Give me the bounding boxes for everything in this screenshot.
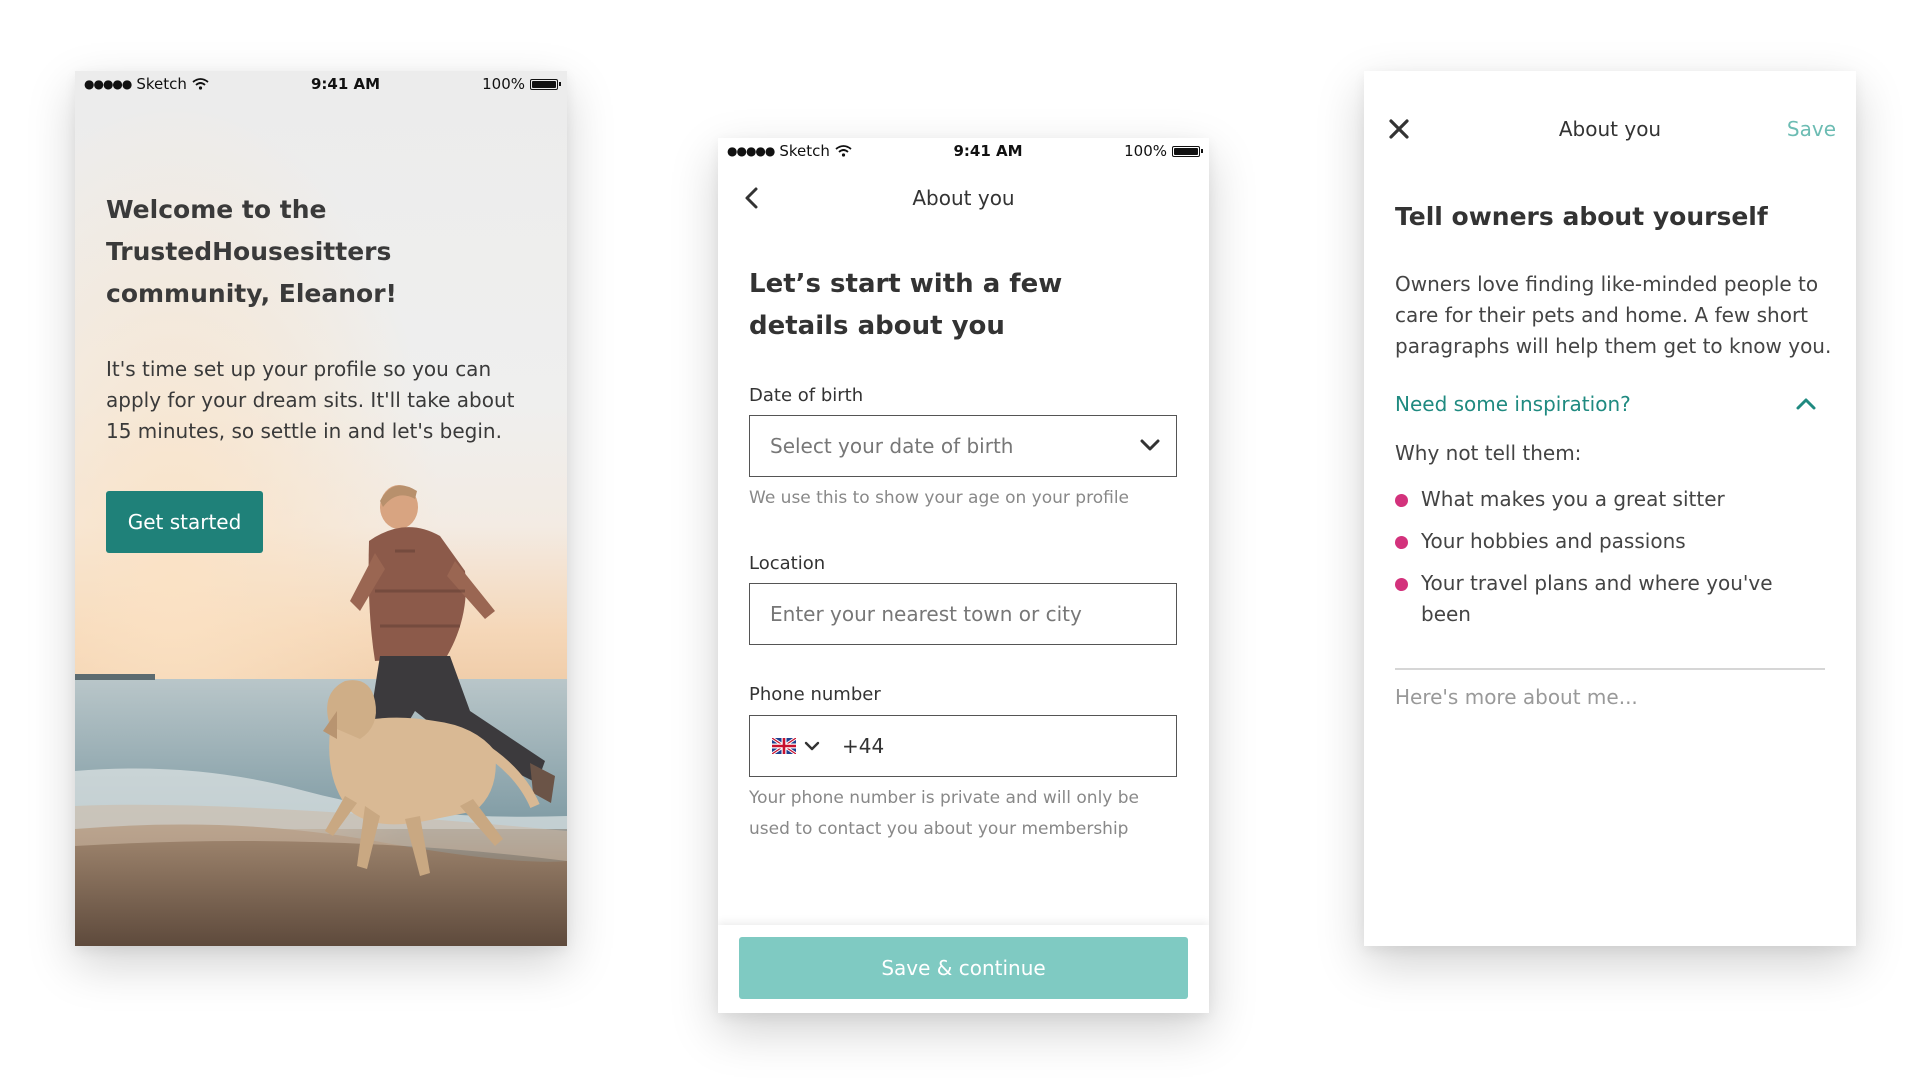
location-input[interactable]: Enter your nearest town or city bbox=[749, 583, 1177, 645]
dob-select[interactable]: Select your date of birth bbox=[749, 415, 1177, 477]
intro-text: Owners love finding like-minded people t… bbox=[1395, 272, 1832, 358]
get-started-button[interactable]: Get started bbox=[106, 491, 263, 553]
status-bar: ●●●●● Sketch 9:41 AM 100% bbox=[718, 138, 1209, 164]
save-continue-button[interactable]: Save & continue bbox=[739, 937, 1188, 999]
welcome-body: It's time set up your profile so you can… bbox=[106, 357, 515, 443]
phone-value: +44 bbox=[842, 734, 885, 758]
inspiration-list: What makes you a great sitter Your hobbi… bbox=[1395, 484, 1815, 641]
inspiration-toggle[interactable]: Need some inspiration? bbox=[1395, 389, 1825, 419]
inspiration-link[interactable]: Need some inspiration? bbox=[1395, 392, 1631, 416]
list-item: What makes you a great sitter bbox=[1395, 484, 1815, 515]
bullet-dot-icon bbox=[1395, 494, 1408, 507]
phone-label: Phone number bbox=[749, 684, 881, 705]
phone-input[interactable]: +44 bbox=[749, 715, 1177, 777]
wifi-icon bbox=[835, 145, 852, 157]
chevron-down-icon[interactable] bbox=[804, 741, 820, 752]
list-item-text: Your travel plans and where you've been bbox=[1421, 571, 1773, 626]
phone-help: Your phone number is private and will on… bbox=[749, 788, 1140, 839]
page-title: Let’s start with a few details about you bbox=[749, 269, 1063, 341]
about-me-textarea[interactable]: Here's more about me... bbox=[1395, 685, 1825, 885]
list-item: Your hobbies and passions bbox=[1395, 526, 1815, 557]
nav-title: About you bbox=[912, 186, 1015, 210]
chevron-up-icon[interactable] bbox=[1795, 397, 1817, 411]
why-label: Why not tell them: bbox=[1395, 441, 1582, 465]
battery-percent: 100% bbox=[482, 75, 525, 93]
bullet-dot-icon bbox=[1395, 536, 1408, 549]
bullet-dot-icon bbox=[1395, 578, 1408, 591]
chevron-down-icon bbox=[1140, 439, 1160, 451]
battery-icon bbox=[530, 78, 561, 90]
wifi-icon bbox=[192, 78, 209, 90]
location-label: Location bbox=[749, 553, 826, 574]
status-bar: ●●●●● Sketch 9:41 AM 100% bbox=[75, 71, 567, 97]
nav-title: About you bbox=[1558, 117, 1662, 141]
signal-icon: ●●●●● bbox=[727, 144, 775, 158]
location-placeholder: Enter your nearest town or city bbox=[770, 602, 1082, 626]
dob-label: Date of birth bbox=[749, 385, 864, 406]
clock: 9:41 AM bbox=[953, 142, 1023, 160]
signal-icon: ●●●●● bbox=[84, 77, 132, 91]
divider bbox=[1395, 668, 1825, 670]
battery-percent: 100% bbox=[1124, 142, 1167, 160]
save-button[interactable]: Save bbox=[1787, 117, 1836, 141]
list-item-text: Your hobbies and passions bbox=[1421, 529, 1686, 553]
list-item-text: What makes you a great sitter bbox=[1421, 487, 1725, 511]
list-item: Your travel plans and where you've been bbox=[1395, 568, 1815, 630]
carrier-label: Sketch bbox=[136, 75, 187, 93]
chevron-left-icon[interactable] bbox=[742, 186, 762, 210]
dob-help: We use this to show your age on your pro… bbox=[749, 488, 1130, 508]
carrier-label: Sketch bbox=[779, 142, 830, 160]
clock: 9:41 AM bbox=[310, 75, 381, 93]
uk-flag-icon[interactable] bbox=[772, 738, 796, 754]
page-title: Tell owners about yourself bbox=[1395, 202, 1768, 231]
nav-bar: About you bbox=[718, 174, 1209, 222]
about-you-bio-screen: About you Save Tell owners about yoursel… bbox=[1364, 71, 1856, 946]
battery-icon bbox=[1172, 145, 1203, 157]
close-icon[interactable] bbox=[1388, 118, 1410, 140]
welcome-title: Welcome to the TrustedHousesitters commu… bbox=[106, 195, 397, 308]
welcome-screen: ●●●●● Sketch 9:41 AM 100% Welcome to the… bbox=[75, 71, 567, 946]
nav-bar: About you Save bbox=[1364, 105, 1856, 153]
footer-bar: Save & continue bbox=[718, 925, 1209, 1013]
about-you-details-screen: ●●●●● Sketch 9:41 AM 100% About you Let’… bbox=[718, 138, 1209, 1013]
dob-placeholder: Select your date of birth bbox=[770, 434, 1014, 458]
